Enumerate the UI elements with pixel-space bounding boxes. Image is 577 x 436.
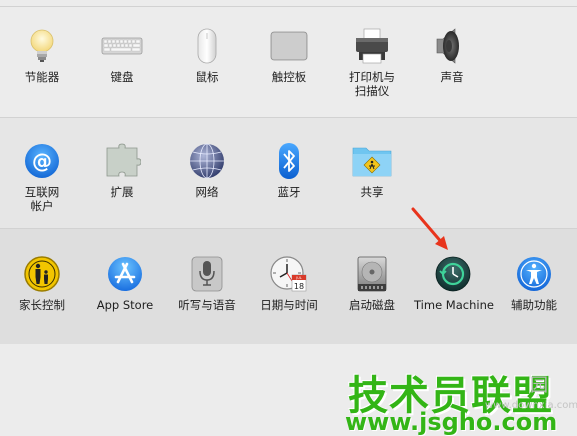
pane-label: 声音 [440, 70, 464, 84]
pref-dictation-speech[interactable]: 听写与语音 [170, 255, 244, 312]
pane-label: 网络 [195, 185, 219, 199]
calendar-day-text: 18 [294, 282, 304, 291]
pane-label: 互联网 帐户 [24, 185, 60, 213]
pref-energy-saver[interactable]: 节能器 [5, 27, 79, 84]
pref-app-store[interactable]: App Store [88, 255, 162, 312]
pref-keyboard[interactable]: 键盘 [85, 27, 159, 84]
trackpad-icon [270, 27, 308, 65]
pref-bluetooth[interactable]: 蓝牙 [252, 142, 326, 199]
hard-disk-icon [353, 255, 391, 293]
pane-label: App Store [96, 298, 154, 312]
pref-time-machine[interactable]: Time Machine [414, 255, 494, 312]
pane-label: 启动磁盘 [349, 298, 395, 312]
pane-label: 辅助功能 [511, 298, 557, 312]
clock-calendar-icon: JUL 18 [270, 255, 308, 293]
shared-folder-icon [351, 142, 393, 180]
pane-label: Time Machine [414, 298, 494, 312]
pane-label: 打印机与 扫描仪 [349, 70, 395, 98]
bulb-icon [23, 27, 61, 65]
watermark-url: www.jsgho.com [345, 408, 558, 436]
pane-label: 扩展 [110, 185, 134, 199]
puzzle-icon [103, 142, 141, 180]
pane-label: 节能器 [24, 70, 60, 84]
app-store-icon [106, 255, 144, 293]
pane-label: 触控板 [271, 70, 307, 84]
annotation-arrow-icon [411, 207, 448, 250]
pref-date-time[interactable]: JUL 18 日期与时间 [252, 255, 326, 312]
pane-label: 蓝牙 [277, 185, 301, 199]
globe-icon [188, 142, 226, 180]
bluetooth-icon [270, 142, 308, 180]
pref-sharing[interactable]: 共享 [335, 142, 409, 199]
pref-extensions[interactable]: 扩展 [85, 142, 159, 199]
watermark-logo: 技术员联盟 园 www.downxia.com www.jsgho.com [345, 363, 577, 436]
mouse-icon [188, 27, 226, 65]
speaker-icon [433, 27, 471, 65]
pref-printers-scanners[interactable]: 打印机与 扫描仪 [335, 27, 409, 98]
time-machine-icon [434, 255, 472, 293]
accessibility-icon [515, 255, 553, 293]
pref-startup-disk[interactable]: 启动磁盘 [335, 255, 409, 312]
pane-label: 日期与时间 [260, 298, 318, 312]
keyboard-icon [101, 27, 143, 65]
printer-icon [353, 27, 391, 65]
pane-label: 键盘 [110, 70, 134, 84]
pane-label: 鼠标 [195, 70, 219, 84]
pref-sound[interactable]: 声音 [415, 27, 489, 84]
pane-label: 共享 [360, 185, 384, 199]
pref-internet-accounts[interactable]: @ 互联网 帐户 [5, 142, 79, 213]
pref-mouse[interactable]: 鼠标 [170, 27, 244, 84]
pane-label: 家长控制 [19, 298, 65, 312]
pref-parental-controls[interactable]: 家长控制 [5, 255, 79, 312]
microphone-icon [188, 255, 226, 293]
pane-label: 听写与语音 [178, 298, 236, 312]
pref-accessibility[interactable]: 辅助功能 [497, 255, 571, 312]
parental-controls-icon [23, 255, 61, 293]
calendar-month-text: JUL [295, 276, 302, 280]
svg-text:@: @ [32, 149, 52, 173]
watermark-side: 园 [530, 375, 548, 396]
at-icon: @ [23, 142, 61, 180]
pref-trackpad[interactable]: 触控板 [252, 27, 326, 84]
pref-network[interactable]: 网络 [170, 142, 244, 199]
